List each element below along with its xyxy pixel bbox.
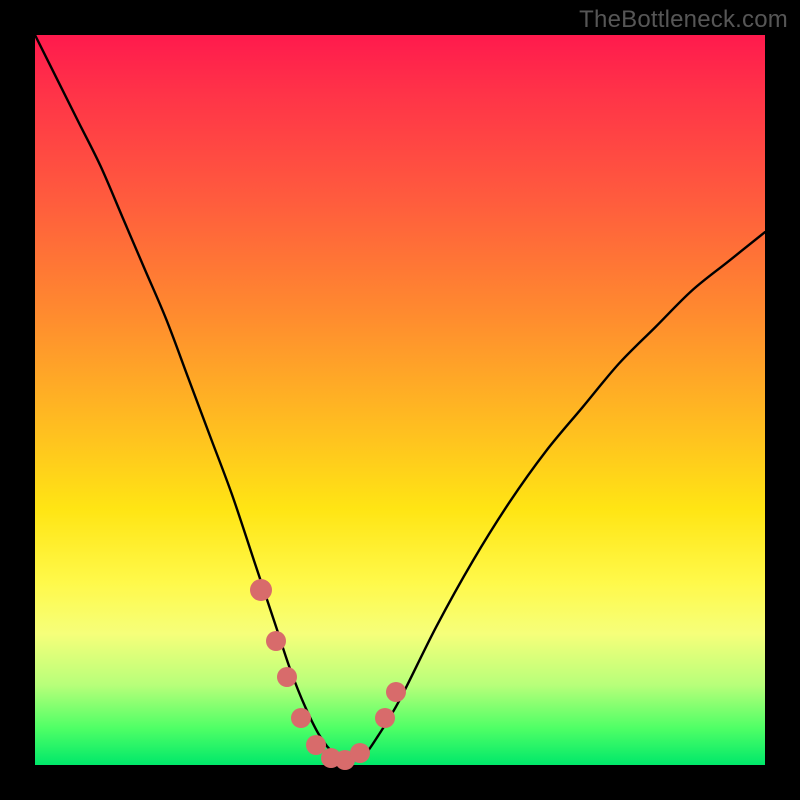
plot-area	[35, 35, 765, 765]
curve-marker	[350, 743, 370, 763]
curve-marker	[266, 631, 286, 651]
bottleneck-curve	[35, 35, 765, 765]
curve-marker	[375, 708, 395, 728]
watermark-text: TheBottleneck.com	[579, 6, 788, 34]
curve-marker	[291, 708, 311, 728]
curve-marker	[386, 682, 406, 702]
curve-marker	[250, 579, 272, 601]
chart-stage: TheBottleneck.com	[0, 0, 800, 800]
curve-marker	[277, 667, 297, 687]
